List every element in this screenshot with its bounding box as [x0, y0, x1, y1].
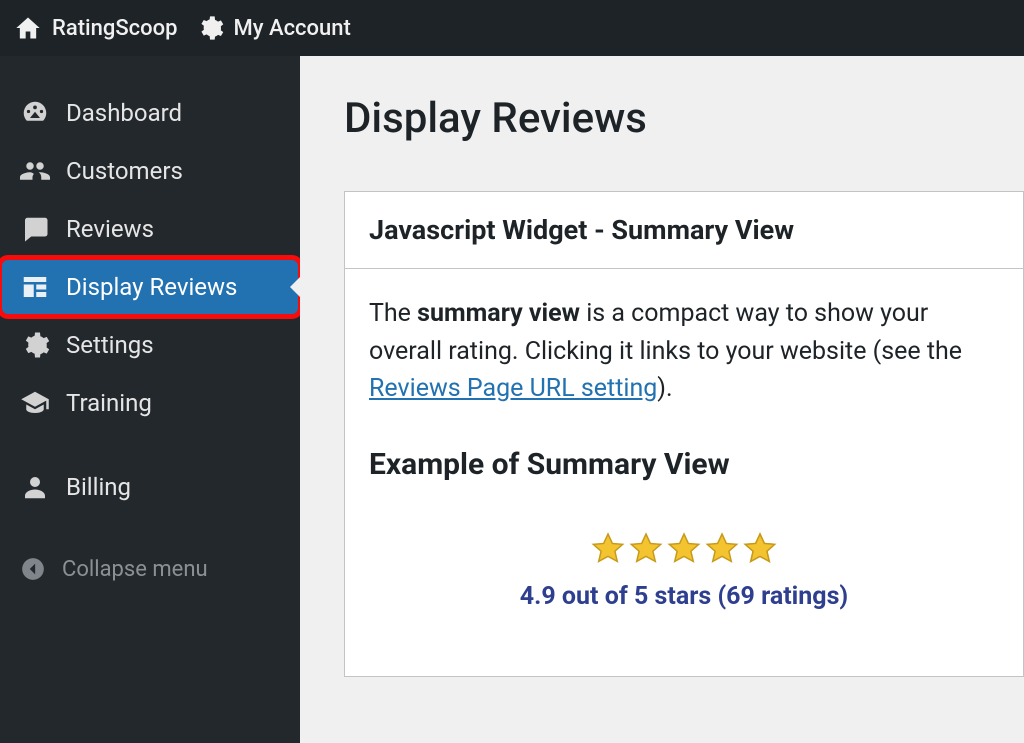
gear-icon: [20, 330, 50, 360]
reviews-page-url-link[interactable]: Reviews Page URL setting: [369, 374, 657, 403]
sidebar-item-display-reviews[interactable]: Display Reviews: [0, 258, 300, 316]
site-home-link[interactable]: RatingScoop: [14, 14, 178, 42]
sidebar-item-label: Training: [66, 389, 152, 417]
card-body: The summary view is a compact way to sho…: [345, 269, 1023, 676]
sidebar-item-label: Customers: [66, 157, 183, 185]
admin-topbar: RatingScoop My Account: [0, 0, 1024, 56]
sidebar-item-training[interactable]: Training: [0, 374, 300, 432]
summary-rating-widget[interactable]: 4.9 out of 5 stars (69 ratings): [369, 531, 999, 616]
sidebar-item-label: Display Reviews: [66, 273, 237, 301]
main-content: Display Reviews Javascript Widget - Summ…: [300, 56, 1024, 743]
star-icon: [666, 531, 702, 567]
widget-description: The summary view is a compact way to sho…: [369, 295, 999, 408]
customers-icon: [20, 156, 50, 186]
desc-text: The: [369, 299, 417, 328]
account-label: My Account: [234, 16, 351, 41]
dashboard-icon: [20, 98, 50, 128]
sidebar-item-label: Reviews: [66, 215, 154, 243]
star-icon-partial: [742, 531, 778, 567]
sidebar-item-reviews[interactable]: Reviews: [0, 200, 300, 258]
my-account-link[interactable]: My Account: [196, 14, 351, 42]
page-title: Display Reviews: [300, 56, 1024, 181]
site-name: RatingScoop: [52, 16, 178, 41]
star-icon: [590, 531, 626, 567]
star-icon: [628, 531, 664, 567]
rating-stars: [590, 531, 778, 567]
sidebar-item-label: Dashboard: [66, 99, 182, 127]
rating-summary-text: 4.9 out of 5 stars (69 ratings): [369, 578, 999, 616]
training-icon: [20, 388, 50, 418]
sidebar-item-customers[interactable]: Customers: [0, 142, 300, 200]
sidebar-item-label: Billing: [66, 473, 131, 501]
card-title: Javascript Widget - Summary View: [345, 192, 1023, 269]
gear-icon: [196, 14, 224, 42]
sidebar-item-label: Settings: [66, 331, 154, 359]
example-heading: Example of Summary View: [369, 442, 999, 487]
billing-icon: [20, 472, 50, 502]
sidebar-item-settings[interactable]: Settings: [0, 316, 300, 374]
display-reviews-icon: [20, 272, 50, 302]
desc-text: ).: [657, 374, 672, 403]
admin-sidebar: Dashboard Customers Reviews Display Revi…: [0, 56, 300, 743]
collapse-label: Collapse menu: [62, 557, 208, 582]
reviews-icon: [20, 214, 50, 244]
sidebar-item-billing[interactable]: Billing: [0, 458, 300, 516]
collapse-menu-button[interactable]: Collapse menu: [0, 542, 300, 596]
widget-card: Javascript Widget - Summary View The sum…: [344, 191, 1024, 677]
home-icon: [14, 14, 42, 42]
star-icon: [704, 531, 740, 567]
collapse-icon: [20, 556, 46, 582]
sidebar-item-dashboard[interactable]: Dashboard: [0, 84, 300, 142]
desc-bold: summary view: [417, 299, 580, 328]
